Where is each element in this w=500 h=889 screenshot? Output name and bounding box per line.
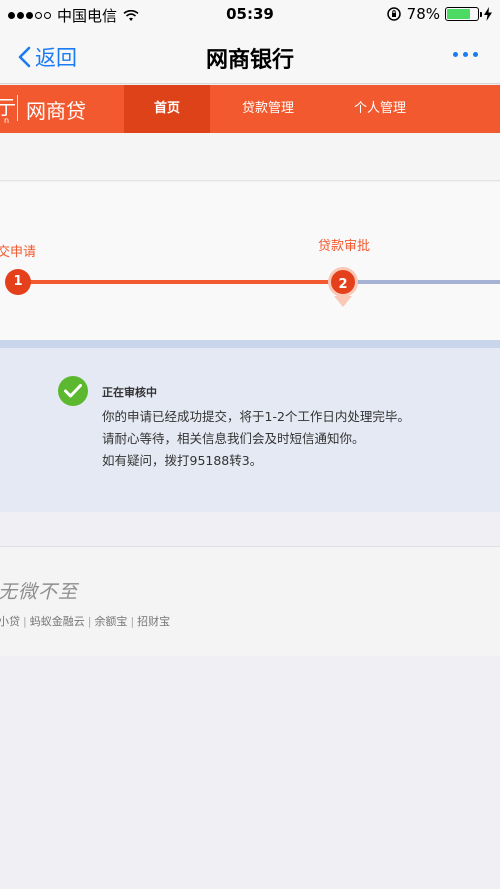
progress-track-pending	[340, 280, 500, 284]
status-bar: 中国电信 05:39 78%	[0, 0, 500, 28]
review-status-card: 正在审核中 你的申请已经成功提交，将于1-2个工作日内处理完毕。 请耐心等待，相…	[0, 348, 500, 512]
tab-personal-management[interactable]: 个人管理	[330, 85, 430, 133]
brand-name: 网商贷	[26, 99, 86, 123]
step-2-label: 贷款审批	[318, 239, 371, 254]
brand-logo-sub: n	[4, 116, 10, 125]
battery-icon	[445, 7, 482, 21]
card-zigzag-edge	[0, 506, 500, 513]
current-step-pin	[334, 296, 352, 307]
status-message-line: 你的申请已经成功提交，将于1-2个工作日内处理完毕。	[102, 409, 410, 424]
footer-link[interactable]: 蚂蚁金融云	[30, 615, 85, 628]
footer-slogan: 无微不至	[0, 581, 79, 603]
footer-links: 小贷 | 蚂蚁金融云 | 余额宝 | 招财宝	[0, 615, 171, 628]
section-divider	[0, 340, 500, 348]
status-message-line: 如有疑问，拨打95188转3。	[102, 453, 263, 468]
rotation-lock-icon	[386, 7, 401, 21]
footer-link[interactable]: 招财宝	[137, 615, 170, 628]
footer-link[interactable]: 小贷	[0, 615, 20, 628]
navigation-bar: 返回 网商银行	[0, 28, 500, 84]
status-message-line: 请耐心等待，相关信息我们会及时短信通知你。	[102, 431, 365, 446]
tab-home[interactable]: 首页	[124, 85, 210, 133]
step-1-label: 提交申请	[0, 245, 37, 260]
charging-icon	[484, 7, 492, 21]
battery-percent: 78%	[406, 5, 440, 23]
brand-divider	[17, 95, 18, 121]
application-progress: 提交申请 贷款审批 1 2	[0, 182, 500, 340]
header-strip	[0, 133, 500, 181]
tab-loan-management[interactable]: 贷款管理	[218, 85, 318, 133]
brand-logo: 亍 n 网商贷	[0, 85, 124, 133]
progress-track-complete	[20, 280, 340, 284]
footer: 无微不至 小贷 | 蚂蚁金融云 | 余额宝 | 招财宝	[0, 546, 500, 656]
page-title: 网商银行	[205, 48, 294, 73]
more-options-icon[interactable]	[453, 52, 478, 57]
status-title: 正在审核中	[102, 386, 157, 399]
step-2-marker: 2	[328, 267, 358, 297]
checkmark-icon	[58, 376, 88, 406]
brand-header: 亍 n 网商贷 首页 贷款管理 个人管理	[0, 85, 500, 133]
footer-link[interactable]: 余额宝	[94, 615, 127, 628]
step-1-marker: 1	[5, 269, 31, 295]
